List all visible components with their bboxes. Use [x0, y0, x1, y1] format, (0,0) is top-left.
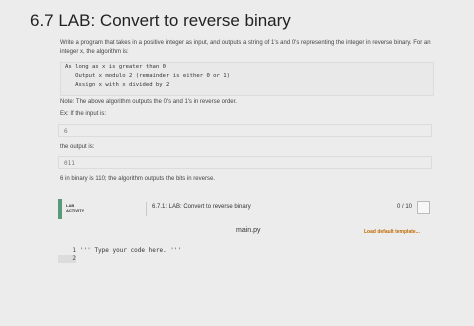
algorithm-note: Note: The above algorithm outputs the 0'… [60, 99, 237, 105]
algorithm-block: As long as x is greater than 0 Output x … [60, 62, 434, 96]
editor-file-name: main.py [236, 227, 261, 234]
lab-activity-header: LAB ACTIVITY 6.7.1: LAB: Convert to reve… [58, 199, 432, 219]
page-title: 6.7 LAB: Convert to reverse binary [30, 11, 291, 30]
line-number-gutter: 1 2 [58, 247, 76, 263]
algorithm-line: Assign x with x divided by 2 [65, 82, 170, 88]
activity-score: 0 / 10 [396, 204, 412, 210]
activity-title: 6.7.1: LAB: Convert to reverse binary [152, 204, 251, 210]
example-explanation: 6 in binary is 110; the algorithm output… [60, 176, 215, 182]
activity-tag: LAB ACTIVITY [66, 203, 84, 213]
lab-page: 6.7 LAB: Convert to reverse binary Write… [0, 0, 474, 326]
algorithm-line: As long as x is greater than 0 [65, 64, 167, 70]
example-intro: Ex: If the input is: [60, 111, 107, 117]
code-editor[interactable]: 1 2 ''' Type your code here. ''' [58, 243, 432, 273]
activity-tag-activity: ACTIVITY [66, 208, 85, 213]
line-number: 1 [72, 247, 76, 254]
algorithm-line: Output x modulo 2 (remainder is either 0… [65, 73, 231, 79]
activity-accent-bar [58, 199, 62, 219]
problem-description: Write a program that takes in a positive… [60, 40, 431, 55]
output-intro: the output is: [60, 144, 95, 150]
example-output-box: 011 [58, 156, 432, 169]
line-number: 2 [58, 255, 76, 263]
editor-code-text[interactable]: ''' Type your code here. ''' [80, 247, 181, 255]
activity-divider [146, 202, 147, 216]
example-input-box: 6 [58, 124, 432, 137]
completion-checkbox [417, 201, 430, 214]
load-default-template-link[interactable]: Load default template... [364, 229, 420, 235]
